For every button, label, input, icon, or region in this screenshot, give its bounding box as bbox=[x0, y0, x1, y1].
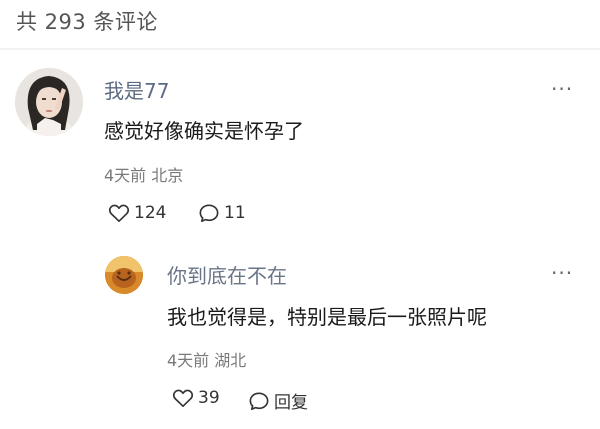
avatar[interactable] bbox=[15, 68, 83, 136]
reply-count-button[interactable]: 11 bbox=[198, 203, 246, 223]
speech-bubble-icon bbox=[249, 391, 269, 410]
like-button[interactable]: 124 bbox=[108, 203, 166, 223]
header-divider bbox=[0, 48, 600, 50]
avatar-sunset-face-icon bbox=[105, 256, 143, 294]
avatar-portrait-icon bbox=[15, 68, 83, 136]
comment-username[interactable]: 我是77 bbox=[104, 75, 169, 104]
like-count: 124 bbox=[134, 203, 167, 223]
speech-bubble-icon bbox=[199, 204, 219, 222]
reply-avatar[interactable] bbox=[105, 256, 143, 294]
reply-username[interactable]: 你到底在不在 bbox=[167, 260, 287, 289]
comment-count-header: 共 293 条评论 bbox=[16, 10, 158, 34]
reply-text: 我也觉得是，特别是最后一张照片呢 bbox=[167, 305, 487, 329]
comment-meta: 4天前 北京 bbox=[104, 166, 184, 185]
comment-text: 感觉好像确实是怀孕了 bbox=[104, 119, 304, 143]
heart-outline-icon bbox=[108, 204, 130, 222]
reply-like-button[interactable]: 39 bbox=[172, 388, 220, 408]
more-options-ellipsis-icon[interactable]: ··· bbox=[551, 79, 573, 99]
reply-label: 回复 bbox=[274, 393, 308, 413]
reply-more-options-ellipsis-icon[interactable]: ··· bbox=[551, 263, 573, 283]
reply-meta: 4天前 湖北 bbox=[167, 351, 247, 370]
reply-like-count: 39 bbox=[198, 388, 220, 408]
reply-button[interactable]: 回复 bbox=[248, 388, 308, 413]
reply-count: 11 bbox=[224, 203, 246, 223]
heart-outline-icon bbox=[172, 389, 194, 407]
